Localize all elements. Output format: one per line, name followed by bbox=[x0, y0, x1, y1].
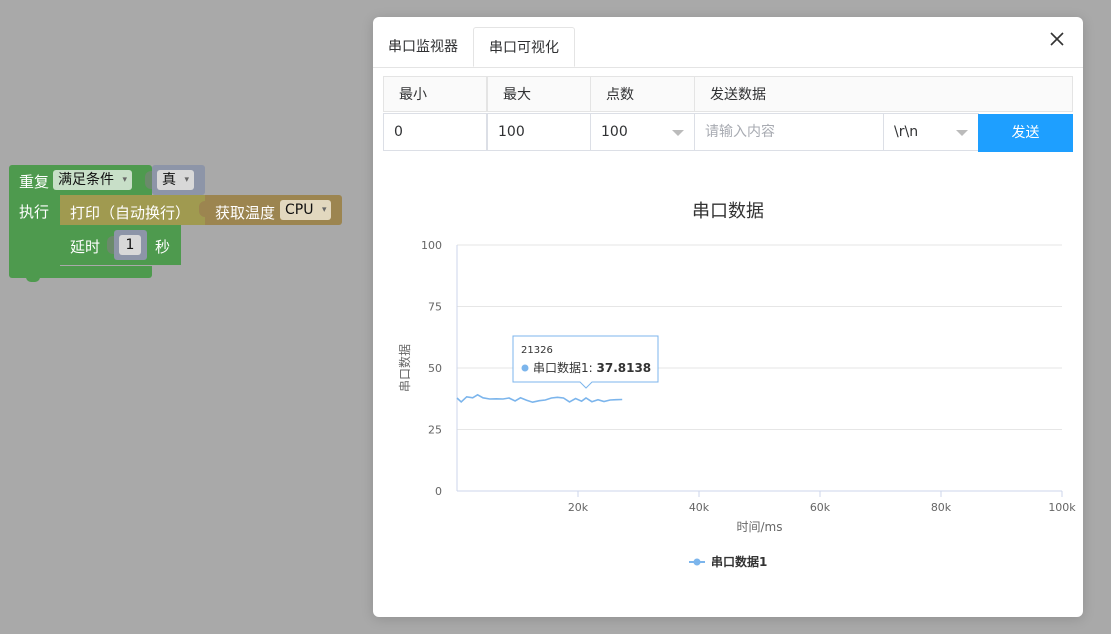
min-input[interactable]: 0 bbox=[383, 113, 487, 151]
chart-series-line bbox=[456, 393, 623, 404]
chart-x-tick-label: 40k bbox=[689, 501, 710, 514]
chart-legend-label: 串口数据1 bbox=[711, 554, 767, 569]
chart-legend-marker bbox=[693, 558, 701, 566]
chart-y-axis-label: 串口数据 bbox=[397, 344, 412, 392]
repeat-block-notch bbox=[26, 276, 40, 282]
send-data-header: 发送数据 bbox=[694, 76, 1073, 112]
max-input[interactable]: 100 bbox=[487, 113, 591, 151]
serial-dialog: 串口监视器 串口可视化 最小 最大 点数 发送数据 0 100 100 请输入内… bbox=[373, 17, 1083, 617]
cpu-dropdown[interactable]: CPU bbox=[280, 200, 332, 220]
print-label: 打印（自动换行） bbox=[70, 204, 191, 222]
points-header: 点数 bbox=[590, 76, 695, 112]
line-ending-select[interactable]: \r\n bbox=[883, 113, 979, 151]
chart-title: 串口数据 bbox=[692, 201, 764, 222]
chart-y-tick-label: 50 bbox=[428, 362, 442, 375]
true-dropdown[interactable]: 真 bbox=[157, 170, 194, 190]
max-header: 最大 bbox=[487, 76, 591, 112]
chart-y-tick-label: 25 bbox=[428, 424, 442, 437]
min-header: 最小 bbox=[383, 76, 487, 112]
chart-tooltip-series: 串口数据1: bbox=[533, 360, 597, 375]
line-ending-value: \r\n bbox=[894, 124, 919, 140]
delay-label: 延时 bbox=[70, 238, 101, 256]
chart-tooltip-value: 串口数据1: 37.8138 bbox=[533, 360, 651, 375]
dialog-tabs: 串口监视器 串口可视化 bbox=[373, 27, 1083, 68]
chart-x-axis-label: 时间/ms bbox=[737, 520, 783, 534]
send-button[interactable]: 发送 bbox=[978, 114, 1073, 152]
repeat-label: 重复 bbox=[19, 173, 50, 191]
tab-serial-monitor[interactable]: 串口监视器 bbox=[373, 27, 473, 67]
do-label: 执行 bbox=[19, 203, 50, 221]
chart-x-tick-label: 60k bbox=[810, 501, 831, 514]
condition-dropdown[interactable]: 满足条件 bbox=[53, 170, 132, 190]
send-data-input[interactable]: 请输入内容 bbox=[694, 113, 884, 151]
chevron-down-icon bbox=[672, 130, 684, 136]
serial-data-chart: 串口数据025507510020k 40k 60k 80k 100k时间/ms串口数据串… bbox=[397, 201, 1076, 569]
chart-x-tick-label: 100k bbox=[1048, 501, 1076, 514]
chart-y-tick-label: 100 bbox=[421, 239, 442, 252]
chart-x-tick-label: 20k bbox=[568, 501, 589, 514]
points-select[interactable]: 100 bbox=[590, 113, 695, 151]
points-select-value: 100 bbox=[601, 124, 628, 140]
chart-tooltip-marker bbox=[521, 364, 529, 372]
get-temperature-label: 获取温度 bbox=[215, 204, 276, 222]
tab-serial-visualizer[interactable]: 串口可视化 bbox=[473, 27, 575, 67]
chart-x-tick-label: 80k bbox=[931, 501, 952, 514]
seconds-label: 秒 bbox=[155, 238, 171, 256]
close-icon[interactable] bbox=[1045, 27, 1069, 51]
chart-tooltip-x: 21326 bbox=[521, 345, 553, 356]
chart-tooltip-number: 37.8138 bbox=[597, 361, 652, 375]
close-icon-glyph bbox=[1050, 32, 1064, 46]
chevron-down-icon bbox=[956, 130, 968, 136]
chart-y-tick-label: 75 bbox=[428, 301, 442, 314]
delay-value-field[interactable]: 1 bbox=[119, 235, 141, 255]
chart-y-tick-label: 0 bbox=[435, 485, 442, 498]
get-temperature-connector bbox=[199, 201, 209, 217]
